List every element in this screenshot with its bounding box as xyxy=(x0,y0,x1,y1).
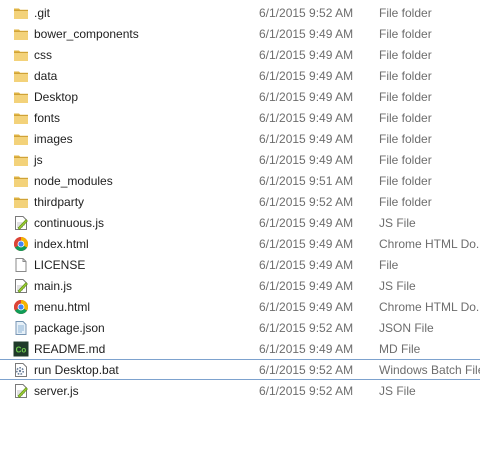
file-date-modified: 6/1/2015 9:49 AM xyxy=(259,132,354,146)
file-row[interactable]: .git 6/1/2015 9:52 AM File folder xyxy=(0,2,480,23)
file-name: bower_components xyxy=(34,27,139,41)
file-type: File folder xyxy=(379,111,432,125)
file-name: thirdparty xyxy=(34,195,85,209)
svg-text:Co: Co xyxy=(16,346,27,355)
folder-icon xyxy=(13,5,29,21)
js-file-icon xyxy=(13,215,29,231)
file-date-modified: 6/1/2015 9:49 AM xyxy=(259,69,354,83)
file-date-modified: 6/1/2015 9:49 AM xyxy=(259,279,354,293)
file-row[interactable]: menu.html 6/1/2015 9:49 AM Chrome HTML Do.… xyxy=(0,296,480,317)
file-name: package.json xyxy=(34,321,105,335)
file-date-modified: 6/1/2015 9:49 AM xyxy=(259,27,354,41)
folder-icon xyxy=(13,89,29,105)
file-row[interactable]: server.js 6/1/2015 9:52 AM JS File xyxy=(0,380,480,401)
file-row[interactable]: Desktop 6/1/2015 9:49 AM File folder xyxy=(0,86,480,107)
file-type: File xyxy=(379,258,399,272)
file-date-modified: 6/1/2015 9:49 AM xyxy=(259,216,354,230)
file-name: run Desktop.bat xyxy=(34,363,119,377)
file-date-modified: 6/1/2015 9:49 AM xyxy=(259,153,354,167)
file-type: File folder xyxy=(379,153,432,167)
file-type: Chrome HTML Do... xyxy=(379,300,480,314)
file-name: images xyxy=(34,132,73,146)
file-type: File folder xyxy=(379,90,432,104)
folder-icon xyxy=(13,47,29,63)
file-name: index.html xyxy=(34,237,89,251)
file-type: File folder xyxy=(379,132,432,146)
file-row[interactable]: package.json 6/1/2015 9:52 AM JSON File xyxy=(0,317,480,338)
folder-icon xyxy=(13,131,29,147)
file-date-modified: 6/1/2015 9:52 AM xyxy=(259,363,354,377)
file-date-modified: 6/1/2015 9:49 AM xyxy=(259,342,354,356)
file-row[interactable]: bower_components 6/1/2015 9:49 AM File fol… xyxy=(0,23,480,44)
file-type: File folder xyxy=(379,6,432,20)
file-name: .git xyxy=(34,6,51,20)
file-type: Windows Batch File xyxy=(379,363,480,377)
file-name: fonts xyxy=(34,111,61,125)
file-date-modified: 6/1/2015 9:49 AM xyxy=(259,258,354,272)
markdown-app-icon: Co xyxy=(13,341,29,357)
file-row[interactable]: js 6/1/2015 9:49 AM File folder xyxy=(0,149,480,170)
file-date-modified: 6/1/2015 9:51 AM xyxy=(259,174,354,188)
file-row[interactable]: thirdparty 6/1/2015 9:52 AM File folder xyxy=(0,191,480,212)
file-type: File folder xyxy=(379,27,432,41)
folder-icon xyxy=(13,194,29,210)
file-row[interactable]: run Desktop.bat 6/1/2015 9:52 AM Windows B… xyxy=(0,359,480,380)
folder-icon xyxy=(13,173,29,189)
file-row[interactable]: main.js 6/1/2015 9:49 AM JS File xyxy=(0,275,480,296)
chrome-icon xyxy=(13,236,29,252)
file-name: menu.html xyxy=(34,300,91,314)
file-type: File folder xyxy=(379,195,432,209)
file-list: .git 6/1/2015 9:52 AM File folder bower_co… xyxy=(0,2,480,401)
file-name: main.js xyxy=(34,279,73,293)
file-row[interactable]: data 6/1/2015 9:49 AM File folder xyxy=(0,65,480,86)
folder-icon xyxy=(13,68,29,84)
file-type: Chrome HTML Do... xyxy=(379,237,480,251)
file-name: css xyxy=(34,48,52,62)
file-type: JS File xyxy=(379,216,416,230)
file-row[interactable]: node_modules 6/1/2015 9:51 AM File folder xyxy=(0,170,480,191)
file-type: JS File xyxy=(379,384,416,398)
file-name: node_modules xyxy=(34,174,113,188)
file-name: data xyxy=(34,69,58,83)
folder-icon xyxy=(13,26,29,42)
file-name: Desktop xyxy=(34,90,79,104)
file-date-modified: 6/1/2015 9:49 AM xyxy=(259,48,354,62)
file-date-modified: 6/1/2015 9:49 AM xyxy=(259,111,354,125)
file-row[interactable]: fonts 6/1/2015 9:49 AM File folder xyxy=(0,107,480,128)
file-row[interactable]: css 6/1/2015 9:49 AM File folder xyxy=(0,44,480,65)
file-type: File folder xyxy=(379,48,432,62)
json-file-icon xyxy=(13,320,29,336)
file-date-modified: 6/1/2015 9:52 AM xyxy=(259,195,354,209)
file-name: continuous.js xyxy=(34,216,105,230)
js-file-icon xyxy=(13,383,29,399)
file-row[interactable]: continuous.js 6/1/2015 9:49 AM JS File xyxy=(0,212,480,233)
blank-file-icon xyxy=(13,257,29,273)
file-date-modified: 6/1/2015 9:52 AM xyxy=(259,6,354,20)
folder-icon xyxy=(13,110,29,126)
file-date-modified: 6/1/2015 9:49 AM xyxy=(259,237,354,251)
batch-file-icon xyxy=(13,362,29,378)
file-type: JSON File xyxy=(379,321,434,335)
folder-icon xyxy=(13,152,29,168)
file-date-modified: 6/1/2015 9:52 AM xyxy=(259,321,354,335)
chrome-icon xyxy=(13,299,29,315)
file-name: js xyxy=(34,153,43,167)
file-date-modified: 6/1/2015 9:49 AM xyxy=(259,90,354,104)
file-row[interactable]: LICENSE 6/1/2015 9:49 AM File xyxy=(0,254,480,275)
file-date-modified: 6/1/2015 9:52 AM xyxy=(259,384,354,398)
file-type: File folder xyxy=(379,174,432,188)
file-row[interactable]: Co README.md 6/1/2015 9:49 AM MD File xyxy=(0,338,480,359)
file-type: File folder xyxy=(379,69,432,83)
file-date-modified: 6/1/2015 9:49 AM xyxy=(259,300,354,314)
file-name: LICENSE xyxy=(34,258,86,272)
js-file-icon xyxy=(13,278,29,294)
file-row[interactable]: images 6/1/2015 9:49 AM File folder xyxy=(0,128,480,149)
file-name: README.md xyxy=(34,342,106,356)
file-type: JS File xyxy=(379,279,416,293)
file-type: MD File xyxy=(379,342,421,356)
file-row[interactable]: index.html 6/1/2015 9:49 AM Chrome HTML Do… xyxy=(0,233,480,254)
file-name: server.js xyxy=(34,384,79,398)
